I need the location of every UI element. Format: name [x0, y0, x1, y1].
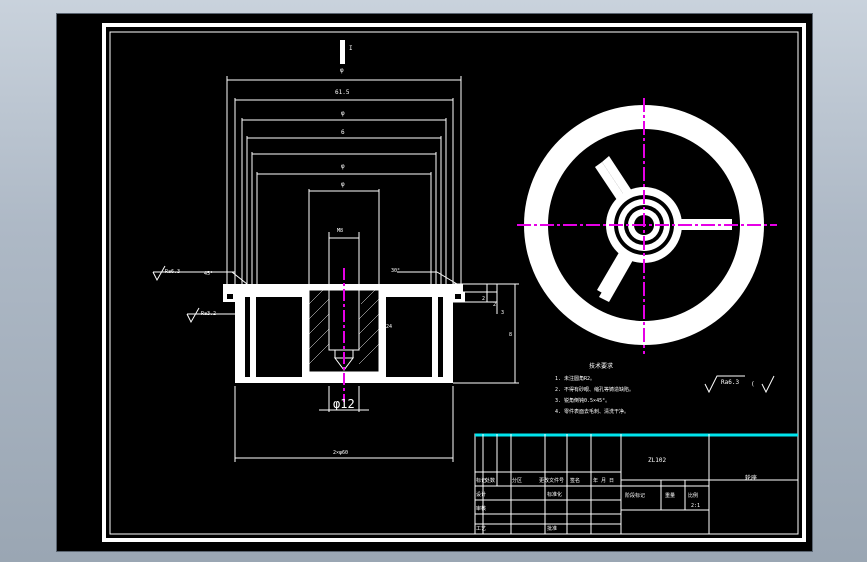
hdr-zone: 分区 — [512, 477, 522, 484]
hdr-date: 年 月 日 — [593, 477, 614, 484]
roughness-2: Ra3.2 — [201, 311, 216, 317]
lbl-process: 工艺 — [476, 526, 486, 532]
lbl-standardize: 标准化 — [547, 491, 562, 498]
lbl-scale: 比例 — [688, 492, 698, 499]
dim-6: 6 — [341, 129, 345, 136]
tech-notes-heading: 技术要求 — [589, 362, 613, 370]
dim-depth: 24 — [386, 324, 392, 330]
hdr-change: 更改文件号 — [539, 477, 564, 484]
dim-angle-left: 45° — [204, 271, 213, 277]
drawing-viewport[interactable]: I φ 61.5 φ 6 φ φ M8 45° 30° Ra6.3 Ra3.2 … — [56, 13, 813, 552]
dim-phi-3: φ — [341, 163, 345, 170]
general-roughness: Ra6.3 — [721, 379, 739, 386]
dim-right-3: 3 — [501, 310, 504, 316]
dim-phi-2: φ — [341, 110, 345, 117]
hdr-count: 处数 — [485, 477, 495, 484]
tech-note-3: 3. 锐角倒钝0.5×45°。 — [555, 397, 610, 404]
dim-top: φ — [340, 67, 344, 74]
dim-right-2: 2 — [493, 302, 496, 308]
dim-m: M8 — [337, 228, 343, 234]
tech-notes: 技术要求 1. 未注圆角R2。 2. 不得有砂眼、缩孔等铸造缺陷。 3. 锐角倒… — [555, 362, 775, 415]
lbl-stage: 阶段标记 — [625, 492, 645, 499]
lbl-approve: 批准 — [547, 525, 557, 532]
roughness-1: Ra6.3 — [165, 269, 180, 275]
dim-615: 61.5 — [335, 89, 350, 96]
cut-marker-label: I — [349, 45, 353, 52]
tech-note-1: 1. 未注圆角R2。 — [555, 375, 595, 382]
plan-view — [517, 98, 777, 354]
lbl-design: 设计 — [476, 491, 486, 498]
title-block — [474, 433, 799, 535]
scale-value: 2:1 — [691, 503, 700, 509]
material: ZL102 — [648, 457, 666, 464]
dim-right-4: 8 — [509, 332, 512, 338]
title-block-texts: ZL102 轮座 标记 处数 分区 更改文件号 签名 年 月 日 设计 标准化 … — [476, 457, 757, 532]
tech-note-2: 2. 不得有砂眼、缩孔等铸造缺陷。 — [555, 386, 634, 393]
lbl-weight: 重量 — [665, 492, 675, 499]
lbl-review: 审核 — [476, 505, 486, 512]
dim-angle-right: 30° — [391, 268, 400, 274]
part-name: 轮座 — [745, 474, 757, 482]
dim-bottom: 2×φ60 — [333, 450, 348, 456]
dim-hole: φ12 — [333, 397, 355, 411]
hdr-sign: 签名 — [570, 477, 580, 484]
section-dimension-texts: φ 61.5 φ 6 φ φ M8 45° 30° Ra6.3 Ra3.2 2 … — [165, 67, 512, 456]
svg-text:(: ( — [751, 381, 755, 388]
cad-drawing: I φ 61.5 φ 6 φ φ M8 45° 30° Ra6.3 Ra3.2 … — [102, 23, 806, 542]
dim-right-1: 2 — [482, 296, 485, 302]
dim-phi-4: φ — [341, 181, 345, 188]
tech-note-4: 4. 零件表面去毛刺、清洗干净。 — [555, 408, 629, 415]
